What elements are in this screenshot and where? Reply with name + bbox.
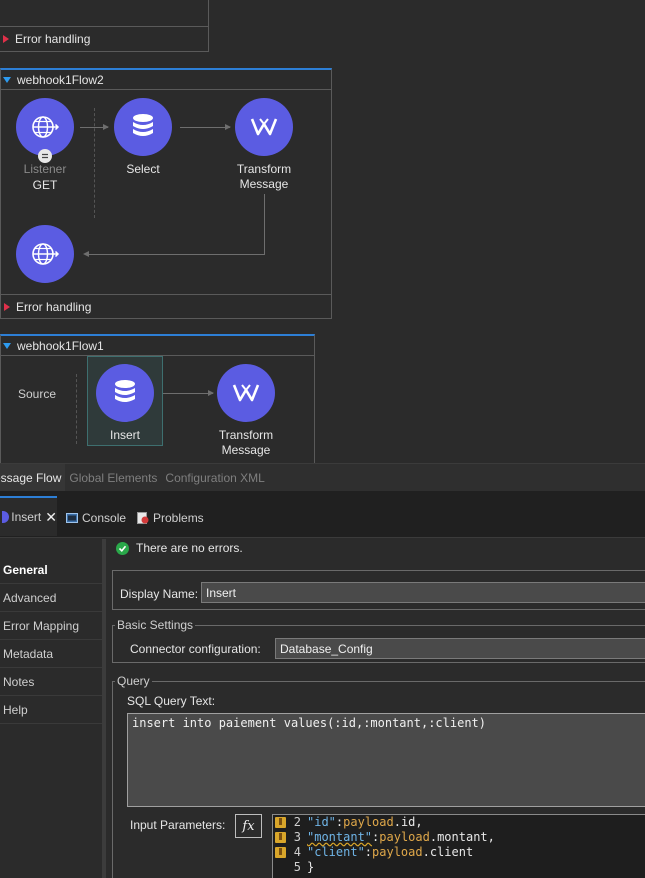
display-name-label: Display Name:	[120, 587, 199, 601]
error-handling-label: Error handling	[15, 31, 91, 46]
tab-console[interactable]: Console	[66, 498, 126, 538]
tab-insert[interactable]: Insert ✕	[0, 496, 57, 536]
node-label: Listener	[23, 162, 67, 176]
tab-label: Insert	[11, 510, 42, 524]
close-icon[interactable]: ✕	[45, 509, 57, 526]
insert-node[interactable]	[96, 364, 154, 422]
warning-icon	[275, 832, 286, 843]
insert-icon	[2, 511, 10, 523]
return-line	[264, 194, 265, 254]
database-icon	[133, 114, 153, 136]
tab-configuration-xml[interactable]: Configuration XML	[161, 464, 268, 491]
warning-icon	[275, 847, 286, 858]
warning-icon	[275, 817, 286, 828]
tab-problems[interactable]: Problems	[137, 498, 204, 538]
node-label-line1: Transform	[236, 162, 292, 176]
expand-icon	[4, 302, 10, 311]
sidebar-item-notes[interactable]: Notes	[0, 668, 102, 696]
return-line	[85, 254, 265, 255]
flow-name: webhook1Flow2	[17, 72, 104, 87]
input-parameters-label: Input Parameters:	[130, 818, 226, 832]
node-label-line1: Transform	[218, 428, 274, 442]
code-line: 3 "montant": payload .montant,	[273, 830, 645, 845]
transform-message-node[interactable]	[217, 364, 275, 422]
listener-node[interactable]	[16, 98, 74, 156]
tab-label: Console	[82, 511, 127, 525]
node-label-line2: Message	[239, 177, 289, 191]
globe-icon	[32, 243, 60, 265]
connector-arrow	[80, 124, 109, 130]
error-handling-label: Error handling	[16, 299, 92, 314]
sidebar-item-advanced[interactable]: Advanced	[0, 584, 102, 612]
sidebar-item-help[interactable]: Help	[0, 696, 102, 724]
flow-title-bar[interactable]: webhook1Flow2	[1, 70, 331, 90]
flow-title-bar[interactable]: webhook1Flow1	[1, 336, 314, 356]
sidebar-item-error-mapping[interactable]: Error Mapping	[0, 612, 102, 640]
listener-response-node[interactable]	[16, 225, 74, 283]
check-icon	[116, 541, 129, 555]
previous-flow-box: Error handling	[0, 0, 209, 52]
connector-config-label: Connector configuration:	[130, 642, 261, 656]
display-name-field[interactable]: Insert	[201, 582, 645, 603]
validation-status: There are no errors.	[116, 541, 243, 555]
sidebar-item-metadata[interactable]: Metadata	[0, 640, 102, 668]
error-handling-row[interactable]: Error handling	[1, 294, 331, 318]
group-legend: Basic Settings	[115, 618, 196, 632]
sql-query-input[interactable]: insert into paiement values(:id,:montant…	[127, 713, 645, 807]
flow-canvas[interactable]: Error handling webhook1Flow2 Error handl…	[0, 0, 645, 463]
expand-icon	[3, 34, 9, 43]
views-bar: Insert ✕ Console Problems	[0, 491, 645, 538]
expression-toggle-button[interactable]: fx	[235, 814, 262, 838]
flow-name: webhook1Flow1	[17, 338, 104, 353]
console-icon	[66, 513, 78, 523]
properties-sidebar: General Advanced Error Mapping Metadata …	[0, 539, 102, 878]
node-sublabel: GET	[32, 178, 58, 192]
node-label-line2: Message	[221, 443, 271, 457]
tab-global-elements[interactable]: Global Elements	[65, 464, 161, 491]
properties-panel: There are no errors. Display Name: Inser…	[106, 539, 645, 878]
code-line: 5 }	[293, 860, 315, 874]
problems-icon	[137, 512, 149, 524]
status-text: There are no errors.	[136, 541, 243, 555]
transform-icon	[250, 118, 278, 136]
transform-icon	[232, 384, 260, 402]
source-label: Source	[18, 387, 57, 401]
connector-arrow	[180, 124, 231, 130]
collapse-icon[interactable]	[3, 342, 11, 349]
sql-query-label: SQL Query Text:	[127, 694, 216, 708]
tab-message-flow[interactable]: essage Flow	[0, 464, 66, 491]
globe-icon	[32, 116, 60, 138]
collapse-icon[interactable]	[3, 76, 11, 83]
code-line: 4 "client": payload .client	[273, 845, 645, 860]
editor-tab-bar: essage Flow Global Elements Configuratio…	[0, 463, 645, 491]
tab-label: Problems	[153, 511, 204, 525]
code-line: 2 "id": payload .id,	[273, 815, 645, 830]
input-parameters-editor[interactable]: 2 "id": payload .id, 3 "montant": payload .m…	[272, 814, 645, 878]
config-badge-icon	[38, 149, 52, 163]
database-icon	[115, 380, 135, 402]
connector-config-select[interactable]: Database_Config	[275, 638, 645, 659]
transform-message-node[interactable]	[235, 98, 293, 156]
node-label: Insert	[109, 428, 140, 442]
select-node[interactable]	[114, 98, 172, 156]
sidebar-item-general[interactable]: General	[0, 556, 102, 584]
node-label: Select	[126, 162, 160, 176]
connector-arrow	[163, 390, 214, 396]
error-handling-row[interactable]: Error handling	[0, 26, 208, 50]
group-legend: Query	[115, 674, 152, 688]
arrow-head-icon	[83, 251, 89, 257]
